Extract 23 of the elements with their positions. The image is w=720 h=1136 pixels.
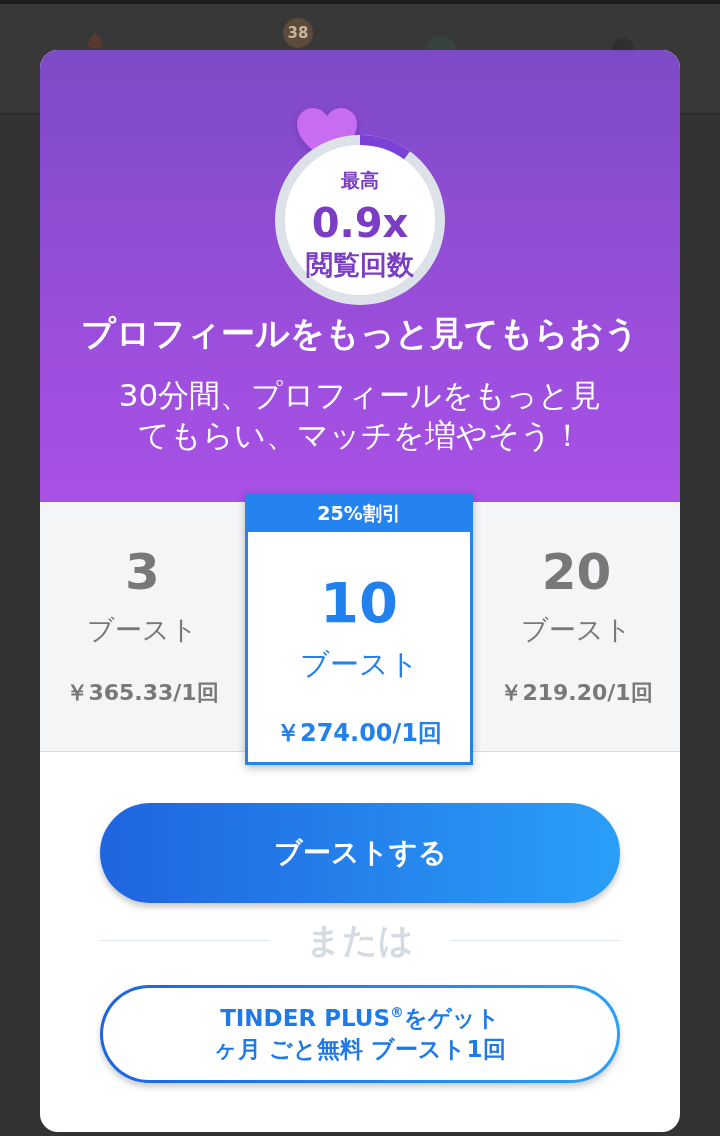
semicircle-icon[interactable]	[426, 36, 456, 50]
plan-option[interactable]: 25%割引 10 ブースト ￥274.00/1回	[245, 493, 473, 765]
plan-price: ￥274.00/1回	[275, 718, 443, 749]
discount-label: 25%割引	[248, 496, 470, 532]
plan-count: 3	[125, 542, 160, 602]
plan-option[interactable]: 3 ブースト ￥365.33/1回	[40, 502, 245, 751]
plan-price: ￥219.20/1回	[500, 679, 653, 707]
plan-unit: ブースト	[521, 613, 632, 647]
plan-price: ￥365.33/1回	[66, 679, 219, 707]
plan-option[interactable]: 20 ブースト ￥219.20/1回	[473, 502, 680, 751]
plan-count: 20	[541, 542, 612, 602]
semicircle-icon[interactable]	[612, 36, 634, 50]
notification-badge[interactable]: 38	[283, 18, 313, 48]
dialog-subtitle: 30分間、プロフィールをもっと見てもらい、マッチを増やそう！	[118, 376, 602, 455]
boost-button[interactable]: ブーストする	[100, 803, 620, 903]
flame-icon[interactable]	[86, 32, 104, 50]
plan-unit: ブースト	[87, 613, 198, 647]
meter-caption: 閲覧回数	[306, 248, 414, 282]
plan-unit: ブースト	[299, 646, 419, 683]
dialog-title: プロフィールをもっと見てもらおう	[81, 312, 639, 355]
plan-count: 10	[320, 571, 398, 635]
multiplier-value: 0.9x	[311, 200, 409, 246]
meter-label: 最高	[341, 168, 379, 192]
